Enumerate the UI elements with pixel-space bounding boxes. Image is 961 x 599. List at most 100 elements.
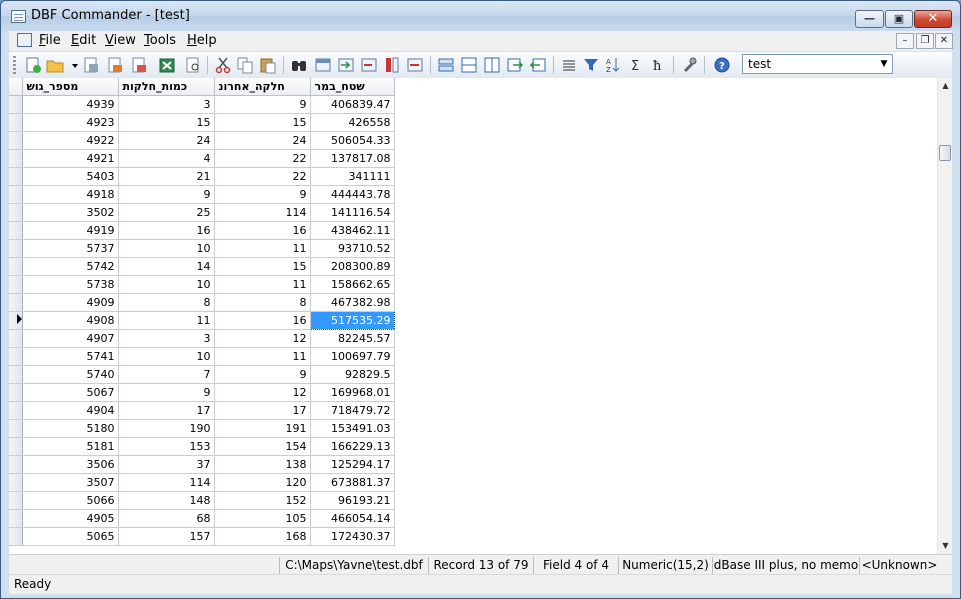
table-cell[interactable]: 4909 xyxy=(22,293,119,312)
open-folder-icon[interactable] xyxy=(45,55,65,75)
table-cell[interactable]: 11 xyxy=(214,275,311,294)
table-select[interactable]: test ▼ xyxy=(742,54,893,74)
table-cell[interactable]: 426558 xyxy=(310,113,395,132)
row-selector[interactable] xyxy=(9,329,23,348)
maximize-button[interactable]: ▣ xyxy=(885,10,913,28)
table-row[interactable]: 3507 114 120 673881.37 xyxy=(9,473,395,492)
table-cell[interactable]: 3 xyxy=(118,329,215,348)
table-row[interactable]: 5738 10 11 158662.65 xyxy=(9,275,395,294)
table-cell[interactable]: 16 xyxy=(118,221,215,240)
table-row[interactable]: 5066 148 152 96193.21 xyxy=(9,491,395,510)
table-cell[interactable]: 4904 xyxy=(22,401,119,420)
table-cell[interactable]: 341111 xyxy=(310,167,395,186)
sum-icon[interactable]: Σ xyxy=(626,55,646,75)
table-row[interactable]: 5181 153 154 166229.13 xyxy=(9,437,395,456)
table-row[interactable]: 4919 16 16 438462.11 xyxy=(9,221,395,240)
table-row[interactable]: 4908 11 16 517535.29 xyxy=(9,311,395,330)
row-selector[interactable] xyxy=(9,221,23,240)
data-grid[interactable]: מספר_גוש כמות_חלקות חלקה_אחרונ שטח_במר 4… xyxy=(9,78,952,554)
table-cell[interactable]: 24 xyxy=(214,131,311,150)
document-icon[interactable] xyxy=(17,33,32,47)
table-cell[interactable]: 15 xyxy=(214,113,311,132)
table-cell[interactable]: 5741 xyxy=(22,347,119,366)
row-selector[interactable] xyxy=(9,419,23,438)
row-selector[interactable] xyxy=(9,509,23,528)
scroll-up-icon[interactable]: ▲ xyxy=(938,78,952,94)
table-cell[interactable]: 169968.01 xyxy=(310,383,395,402)
table-cell[interactable]: 4923 xyxy=(22,113,119,132)
table-cell[interactable]: 92829.5 xyxy=(310,365,395,384)
scroll-down-icon[interactable]: ▼ xyxy=(938,538,952,554)
table-cell[interactable]: 24 xyxy=(118,131,215,150)
table-cell[interactable]: 37 xyxy=(118,455,215,474)
import-icon[interactable] xyxy=(129,55,149,75)
import-arrow-icon[interactable] xyxy=(528,55,548,75)
row-selector[interactable] xyxy=(9,401,23,420)
table-row[interactable]: 5740 7 9 92829.5 xyxy=(9,365,395,384)
table-cell[interactable]: 154 xyxy=(214,437,311,456)
table-cell[interactable]: 3506 xyxy=(22,455,119,474)
table-cell[interactable]: 96193.21 xyxy=(310,491,395,510)
copy-icon[interactable] xyxy=(235,55,255,75)
row-selector[interactable] xyxy=(9,131,23,150)
menu-view[interactable]: View xyxy=(105,33,136,48)
field-edit-icon[interactable] xyxy=(382,55,402,75)
table-row[interactable]: 4922 24 24 506054.33 xyxy=(9,131,395,150)
row-selector[interactable] xyxy=(9,383,23,402)
table-cell[interactable]: 5066 xyxy=(22,491,119,510)
table-row[interactable]: 3502 25 114 141116.54 xyxy=(9,203,395,222)
table-cell[interactable]: 5742 xyxy=(22,257,119,276)
table-row[interactable]: 5742 14 15 208300.89 xyxy=(9,257,395,276)
table-cell[interactable]: 4905 xyxy=(22,509,119,528)
table-cell[interactable]: 8 xyxy=(118,293,215,312)
settings-wrench-icon[interactable] xyxy=(680,55,700,75)
table-cell[interactable]: 467382.98 xyxy=(310,293,395,312)
table-cell[interactable]: 7 xyxy=(118,365,215,384)
table-cell[interactable]: 444443.78 xyxy=(310,185,395,204)
table-cell[interactable]: 673881.37 xyxy=(310,473,395,492)
table-cell[interactable]: 153 xyxy=(118,437,215,456)
export-arrow-icon[interactable] xyxy=(505,55,525,75)
table-row[interactable]: 4939 3 9 406839.47 xyxy=(9,95,395,114)
table-cell[interactable]: 4918 xyxy=(22,185,119,204)
title-bar[interactable]: DBF Commander - [test] — ▣ ✕ xyxy=(1,1,960,31)
table-cell[interactable]: 10 xyxy=(118,239,215,258)
help-icon[interactable]: ? xyxy=(712,55,732,75)
table-cell[interactable]: 3 xyxy=(118,95,215,114)
table-cell[interactable]: 114 xyxy=(214,203,311,222)
table-cell[interactable]: 157 xyxy=(118,527,215,546)
table-row[interactable]: 5741 10 11 100697.79 xyxy=(9,347,395,366)
list-icon[interactable] xyxy=(559,55,579,75)
table-cell[interactable]: 438462.11 xyxy=(310,221,395,240)
table-cell[interactable]: 466054.14 xyxy=(310,509,395,528)
table-cell[interactable]: 114 xyxy=(118,473,215,492)
row-selector[interactable] xyxy=(9,95,23,114)
table-cell[interactable]: 22 xyxy=(214,167,311,186)
table-cell[interactable]: 4907 xyxy=(22,329,119,348)
table-cell[interactable]: 4922 xyxy=(22,131,119,150)
row-selector[interactable] xyxy=(9,347,23,366)
row-selector[interactable] xyxy=(9,203,23,222)
table-row[interactable]: 5403 21 22 341111 xyxy=(9,167,395,186)
table-cell[interactable]: 11 xyxy=(118,311,215,330)
open-dropdown-icon[interactable] xyxy=(65,55,78,75)
table-cell[interactable]: 93710.52 xyxy=(310,239,395,258)
table-cell[interactable]: 5181 xyxy=(22,437,119,456)
column-header[interactable]: חלקה_אחרונ xyxy=(214,78,311,96)
toolbar-grip[interactable] xyxy=(13,56,16,74)
row-selector[interactable] xyxy=(9,239,23,258)
table-cell[interactable]: 506054.33 xyxy=(310,131,395,150)
table-cell[interactable]: 5067 xyxy=(22,383,119,402)
table-cell[interactable]: 148 xyxy=(118,491,215,510)
row-selector[interactable] xyxy=(9,455,23,474)
table-cell[interactable]: 517535.29 xyxy=(309,311,395,330)
table-cell[interactable]: 158662.65 xyxy=(310,275,395,294)
table-cell[interactable]: 5738 xyxy=(22,275,119,294)
table-cell[interactable]: 191 xyxy=(214,419,311,438)
table-cell[interactable]: 17 xyxy=(118,401,215,420)
table-cell[interactable]: 172430.37 xyxy=(310,527,395,546)
table-cell[interactable]: 9 xyxy=(214,185,311,204)
table-cell[interactable]: 4 xyxy=(118,149,215,168)
row-indicator-header[interactable] xyxy=(9,78,23,96)
record-goto-icon[interactable] xyxy=(405,55,425,75)
